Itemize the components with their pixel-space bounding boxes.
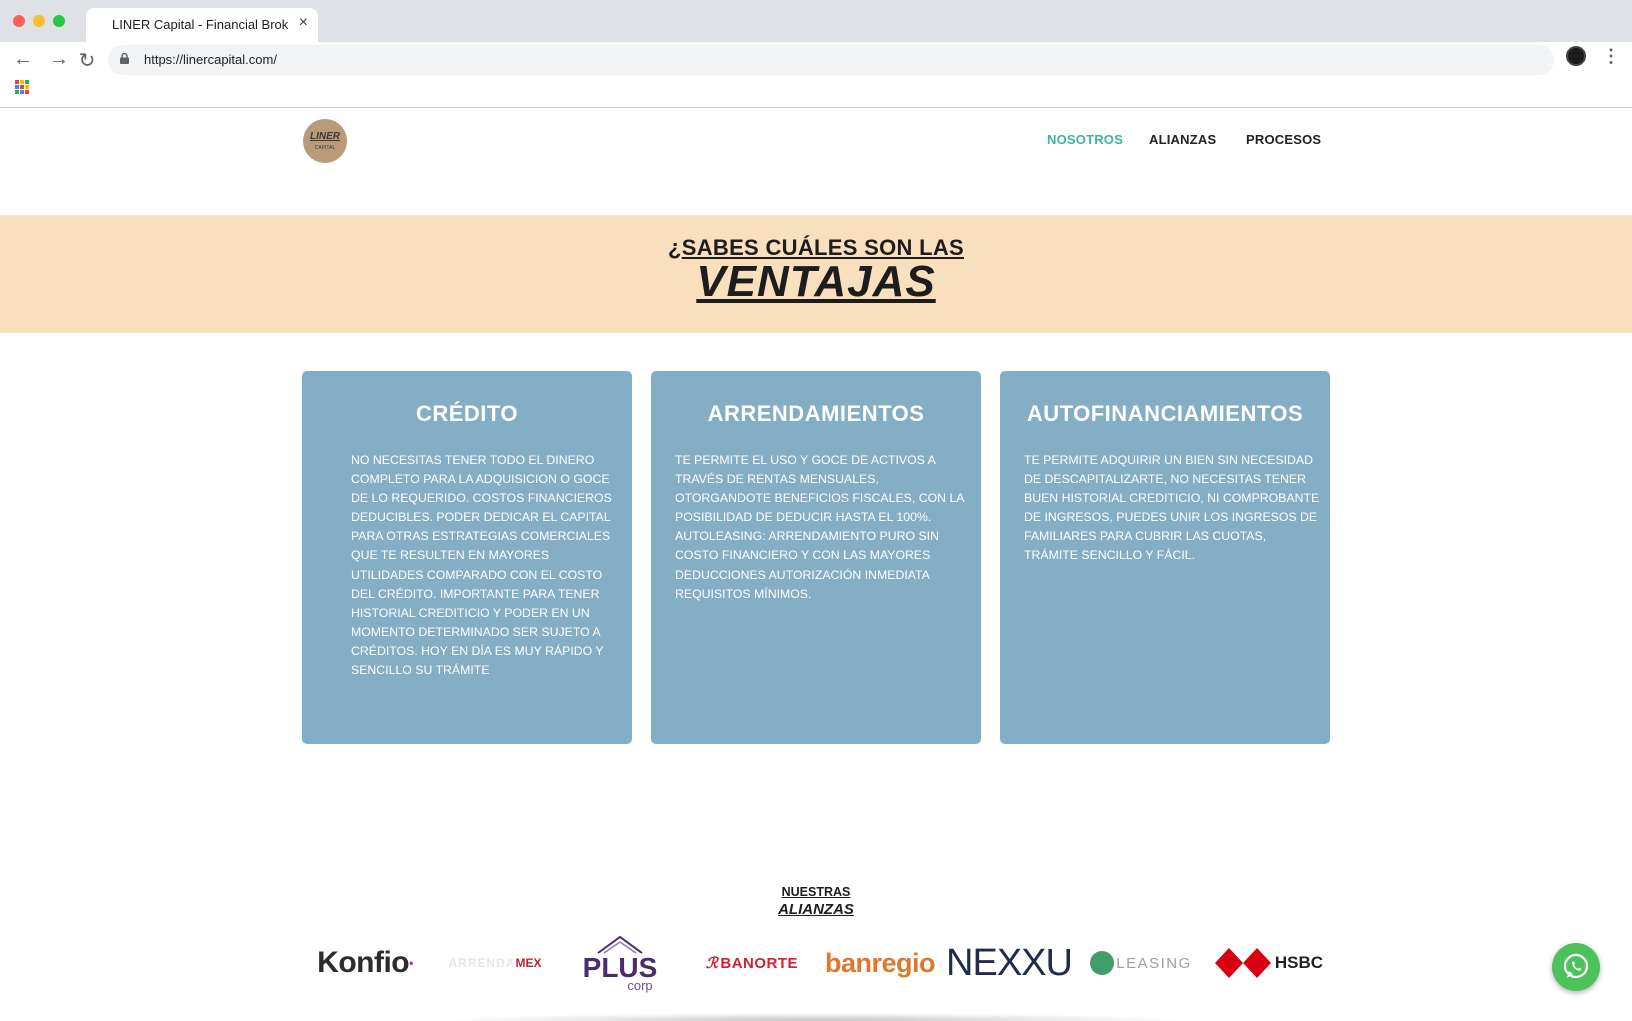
card-title: AUTOFINANCIAMIENTOS [1026, 401, 1304, 426]
alliances-heading-line1-text: NUESTRAS [781, 885, 851, 899]
partner-logo-konfio[interactable]: Konfio • [309, 928, 421, 998]
minimize-window-button[interactable] [33, 15, 45, 27]
alliances-heading-line1: NUESTRAS [0, 885, 1632, 899]
close-window-button[interactable] [13, 15, 25, 27]
browser-tab[interactable]: LINER Capital - Financial Brok × [86, 8, 318, 42]
back-arrow-icon[interactable]: ← [11, 48, 35, 71]
partner-logos: Konfio • ARRENDA MEX PLUS corp ℛ BANORTE ba… [0, 928, 1632, 998]
forward-arrow-icon[interactable]: → [47, 48, 71, 71]
reload-icon[interactable]: ↻ [75, 48, 99, 73]
maximize-window-button[interactable] [53, 15, 65, 27]
arrendamex-wordmark: MEX [515, 956, 542, 970]
partner-logo-plus-corp[interactable]: PLUS corp [570, 928, 670, 998]
cs-leasing-wordmark: LEASING [1116, 954, 1192, 972]
liner-capital-logo[interactable]: LINER CAPITAL [303, 119, 347, 163]
ventajas-banner: ¿SABES CUÁLES SON LAS VENTAJAS [0, 215, 1632, 333]
alliances-heading-line2: ALIANZAS [0, 901, 1632, 918]
address-bar[interactable]: https://linercapital.com/ [108, 45, 1554, 75]
url-text[interactable]: https://linercapital.com/ [144, 52, 277, 67]
partner-logo-hsbc[interactable]: HSBC [1213, 928, 1325, 998]
logo-text: LINER [310, 131, 340, 142]
banner-heading-line2: VENTAJAS [696, 257, 936, 306]
close-tab-icon[interactable]: × [299, 14, 308, 32]
card-body: Te permite el uso y goce de activos a tr… [675, 453, 964, 601]
logo-subtext: CAPITAL [314, 145, 336, 151]
partner-logo-banregio[interactable]: banregio [825, 928, 936, 998]
cs-leasing-mark-icon [1090, 951, 1115, 975]
whatsapp-icon [1563, 953, 1589, 979]
browser-menu-icon[interactable]: ⋮ [1602, 46, 1620, 67]
card-body: Te permite adquirir un bien sin necesida… [1024, 453, 1320, 563]
partner-logo-banorte[interactable]: ℛ BANORTE [697, 928, 807, 998]
plus-sub-wordmark: corp [627, 978, 653, 993]
nexxu-wordmark: NEXXU [946, 941, 1073, 984]
tab-title: LINER Capital - Financial Brok [112, 17, 289, 32]
nav-link-procesos[interactable]: PROCESOS [1246, 132, 1321, 147]
nav-link-nosotros[interactable]: NOSOTROS [1047, 132, 1123, 147]
hsbc-wordmark: HSBC [1274, 953, 1324, 972]
konfio-wordmark: Konfio [317, 946, 410, 979]
profile-avatar[interactable] [1566, 46, 1586, 66]
browser-toolbar: ← → ↻ https://linercapital.com/ ⋮ [0, 42, 1632, 80]
card-title: CRÉDITO [415, 401, 519, 426]
bookmarks-bar [0, 80, 1632, 108]
alliances-heading-line2-text: ALIANZAS [778, 901, 854, 918]
partner-logo-cs-leasing[interactable]: LEASING [1085, 928, 1197, 998]
nav-link-alianzas[interactable]: ALIANZAS [1149, 132, 1216, 147]
web-page: LINER CAPITAL NOSOTROS ALIANZAS PROCESOS… [0, 108, 1632, 1021]
card-arrendamientos: ARRENDAMIENTOS Te permite el uso y goce … [651, 371, 981, 744]
banorte-wordmark: BANORTE [720, 954, 799, 972]
banregio-wordmark: banregio [825, 947, 936, 978]
card-title: ARRENDAMIENTOS [707, 401, 925, 426]
partner-logo-arrendamex[interactable]: ARRENDA MEX [440, 928, 550, 998]
hsbc-hexagon-icon [1214, 948, 1271, 978]
card-body: No necesitas tener todo el dinero comple… [351, 453, 612, 678]
apps-grid-icon[interactable] [15, 80, 29, 94]
partner-logo-nexxu[interactable]: NEXXU [946, 928, 1073, 998]
card-autofinanciamientos: AUTOFINANCIAMIENTOS Te permite adquirir … [1000, 371, 1330, 744]
lock-icon [120, 53, 129, 64]
bottom-shadow [440, 1013, 1190, 1021]
card-credito: CRÉDITO No necesitas tener todo el diner… [302, 371, 632, 744]
browser-tab-bar: LINER Capital - Financial Brok × [0, 0, 1632, 42]
whatsapp-button[interactable] [1552, 943, 1600, 991]
